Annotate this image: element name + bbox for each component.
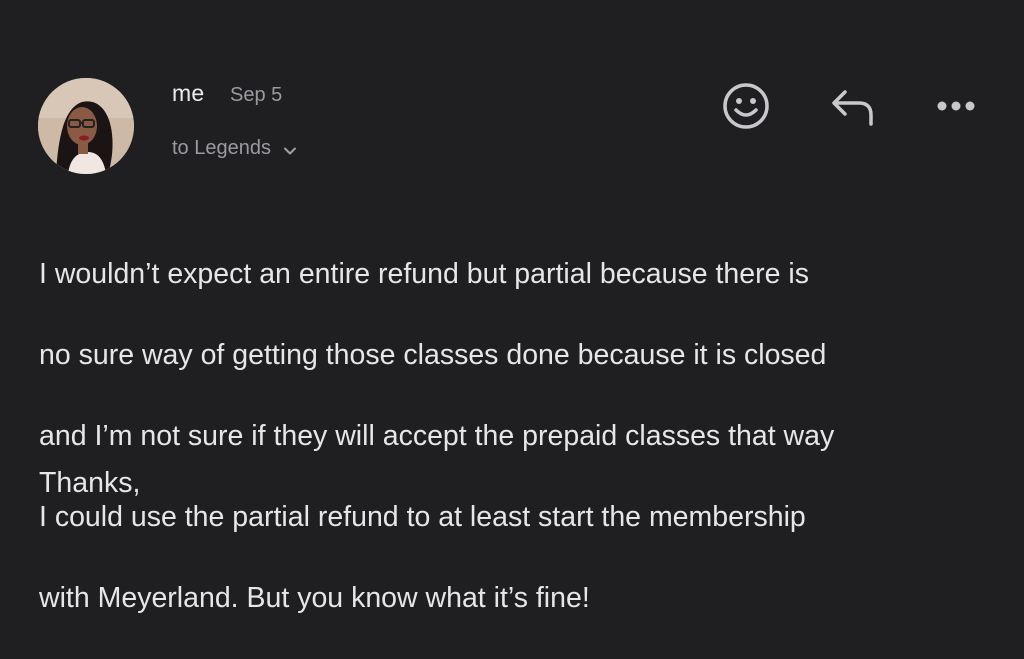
- reply-icon: [832, 90, 873, 126]
- more-options-button[interactable]: [928, 78, 984, 134]
- more-options-icon: [937, 101, 975, 111]
- emoji-reaction-icon: [723, 83, 769, 129]
- message-body: I wouldn’t expect an entire refund but p…: [39, 213, 999, 659]
- chevron-down-icon: [283, 147, 296, 155]
- message-body-line: and I’m not sure if they will accept the…: [39, 419, 835, 452]
- reply-button[interactable]: [824, 78, 880, 134]
- message-body-line: no sure way of getting those classes don…: [39, 338, 827, 371]
- recipient-label: to Legends: [172, 136, 271, 159]
- message-body-line: I could use the partial refund to at lea…: [39, 500, 806, 533]
- message-signoff: Thanks,: [39, 467, 141, 499]
- message-body-line: with Meyerland. But you know what it’s f…: [39, 581, 590, 614]
- emoji-reaction-button[interactable]: [718, 78, 774, 134]
- avatar[interactable]: [38, 78, 134, 174]
- sender-name: me: [172, 80, 205, 106]
- message-body-line: I wouldn’t expect an entire refund but p…: [39, 257, 809, 290]
- recipient-details-toggle[interactable]: to Legends: [172, 136, 299, 160]
- message-date: Sep 5: [230, 84, 283, 106]
- avatar-photo: [38, 78, 134, 174]
